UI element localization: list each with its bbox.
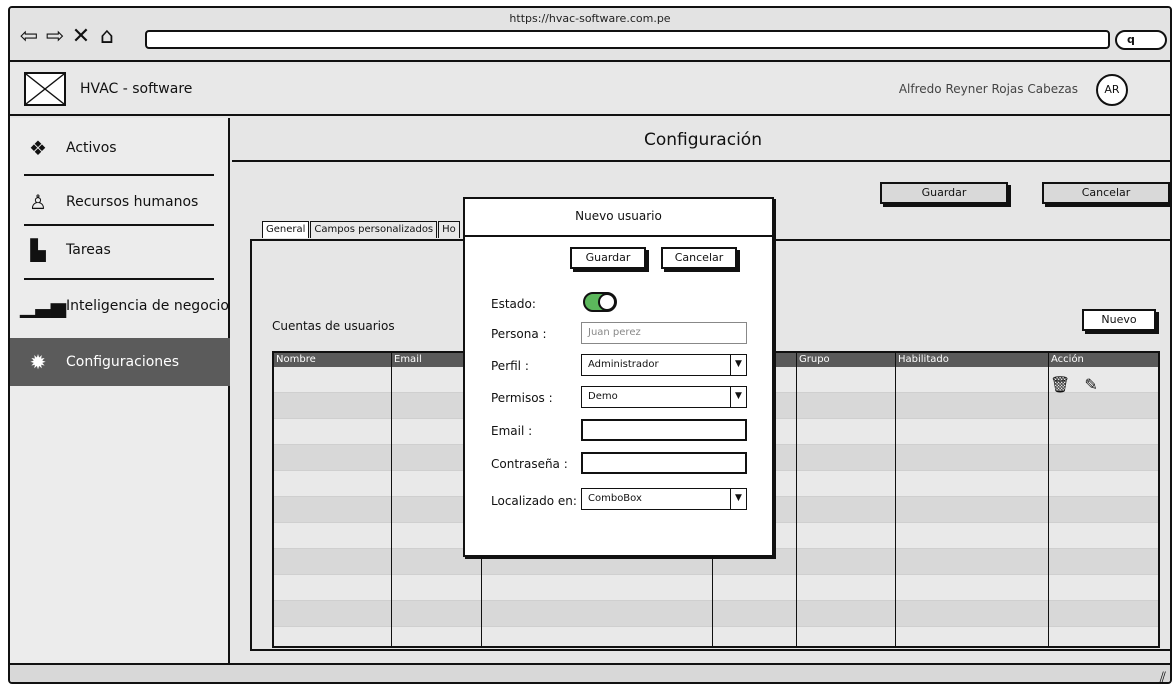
home-icon[interactable]: ⌂	[96, 26, 118, 48]
sidebar-item-tareas[interactable]: ▙ Tareas	[10, 226, 230, 274]
sidebar-item-activos[interactable]: ❖ Activos	[10, 124, 230, 172]
page-title: Configuración	[644, 130, 762, 150]
sidebar: ❖ Activos ♙ Recursos humanos ▙ Tareas ▁▃…	[10, 118, 230, 663]
section-label: Cuentas de usuarios	[272, 319, 395, 333]
resize-grip-icon[interactable]: ⫽	[1160, 670, 1166, 682]
nav-icons: ⇦ ⇨ ✕ ⌂	[18, 26, 118, 48]
app-title: HVAC - software	[80, 81, 193, 97]
close-icon[interactable]: ✕	[70, 26, 92, 48]
forward-icon[interactable]: ⇨	[44, 26, 66, 48]
trash-icon[interactable]: 🗑	[1050, 375, 1070, 394]
table-row[interactable]	[274, 601, 1158, 627]
localizado-select[interactable]: ComboBox ▼	[581, 488, 747, 510]
edit-icon[interactable]: ✎	[1084, 375, 1097, 394]
permisos-label: Permisos :	[491, 391, 553, 405]
person-icon: ♙	[29, 190, 47, 214]
tab-ho[interactable]: Ho	[438, 221, 460, 238]
cancel-button[interactable]: Cancelar	[1042, 182, 1170, 204]
divider	[24, 278, 214, 280]
tab-bar: General Campos personalizados Ho	[262, 221, 461, 238]
divider	[24, 174, 214, 176]
persona-input[interactable]: Juan perez	[581, 322, 747, 344]
column-divider	[895, 353, 896, 646]
address-bar[interactable]	[145, 30, 1110, 49]
perfil-value: Administrador	[588, 359, 659, 370]
dialog-save-button[interactable]: Guardar	[570, 247, 646, 269]
sidebar-item-label: Tareas	[66, 242, 111, 258]
column-header-accion[interactable]: Acción	[1049, 353, 1084, 367]
localizado-value: ComboBox	[588, 493, 642, 504]
search-icon[interactable]: q	[1115, 30, 1167, 50]
sidebar-item-inteligencia[interactable]: ▁▃▅ Inteligencia de negocio	[10, 282, 230, 330]
sidebar-item-label: Inteligencia de negocio	[66, 298, 229, 314]
divider	[465, 235, 772, 237]
permisos-value: Demo	[588, 391, 618, 402]
persona-label: Persona :	[491, 327, 547, 341]
tab-campos-personalizados[interactable]: Campos personalizados	[310, 221, 438, 238]
avatar[interactable]: AR	[1096, 74, 1128, 106]
tab-general[interactable]: General	[262, 221, 310, 238]
url-text[interactable]: https://hvac-software.com.pe	[10, 12, 1170, 25]
email-field[interactable]	[581, 419, 747, 441]
new-user-dialog: Nuevo usuario Guardar Cancelar Estado: P…	[463, 197, 774, 557]
column-header-grupo[interactable]: Grupo	[797, 353, 830, 367]
permisos-select[interactable]: Demo ▼	[581, 386, 747, 408]
table-row[interactable]	[274, 627, 1158, 646]
status-bar: ⫽	[10, 663, 1170, 682]
app-header: HVAC - software Alfredo Reyner Rojas Cab…	[10, 64, 1170, 116]
sidebar-item-configuraciones[interactable]: ✹ Configuraciones	[10, 338, 230, 386]
back-icon[interactable]: ⇦	[18, 26, 40, 48]
toggle-knob	[598, 293, 616, 311]
localizado-label: Localizado en:	[491, 494, 577, 508]
column-header-habilitado[interactable]: Habilitado	[896, 353, 949, 367]
column-divider	[1048, 353, 1049, 646]
password-field[interactable]	[581, 452, 747, 474]
estado-toggle[interactable]	[583, 292, 617, 312]
sidebar-item-label: Activos	[66, 140, 117, 156]
column-divider	[796, 353, 797, 646]
cubes-icon: ❖	[29, 136, 47, 160]
column-header-nombre[interactable]: Nombre	[274, 353, 316, 367]
logo-placeholder-icon	[24, 72, 66, 106]
sidebar-item-label: Recursos humanos	[66, 194, 199, 210]
gear-icon: ✹	[29, 350, 47, 374]
divider	[232, 160, 1170, 162]
table-row[interactable]	[274, 575, 1158, 601]
chevron-down-icon[interactable]: ▼	[730, 489, 746, 509]
row-actions: 🗑 ✎	[1050, 375, 1098, 394]
perfil-label: Perfil :	[491, 359, 529, 373]
new-user-button[interactable]: Nuevo	[1082, 309, 1156, 331]
dialog-cancel-button[interactable]: Cancelar	[661, 247, 737, 269]
browser-toolbar: https://hvac-software.com.pe ⇦ ⇨ ✕ ⌂ q	[10, 8, 1170, 62]
save-button[interactable]: Guardar	[880, 182, 1008, 204]
user-name: Alfredo Reyner Rojas Cabezas	[898, 82, 1078, 96]
perfil-select[interactable]: Administrador ▼	[581, 354, 747, 376]
chevron-down-icon[interactable]: ▼	[730, 387, 746, 407]
sidebar-item-recursos-humanos[interactable]: ♙ Recursos humanos	[10, 178, 230, 226]
bar-chart-icon: ▁▃▅	[20, 294, 67, 318]
column-divider	[391, 353, 392, 646]
documents-icon: ▙	[30, 238, 46, 262]
email-label: Email :	[491, 424, 533, 438]
column-header-email[interactable]: Email	[392, 353, 422, 367]
estado-label: Estado:	[491, 297, 536, 311]
chevron-down-icon[interactable]: ▼	[730, 355, 746, 375]
dialog-title: Nuevo usuario	[575, 209, 662, 223]
password-label: Contraseña :	[491, 457, 568, 471]
sidebar-item-label: Configuraciones	[66, 354, 180, 370]
